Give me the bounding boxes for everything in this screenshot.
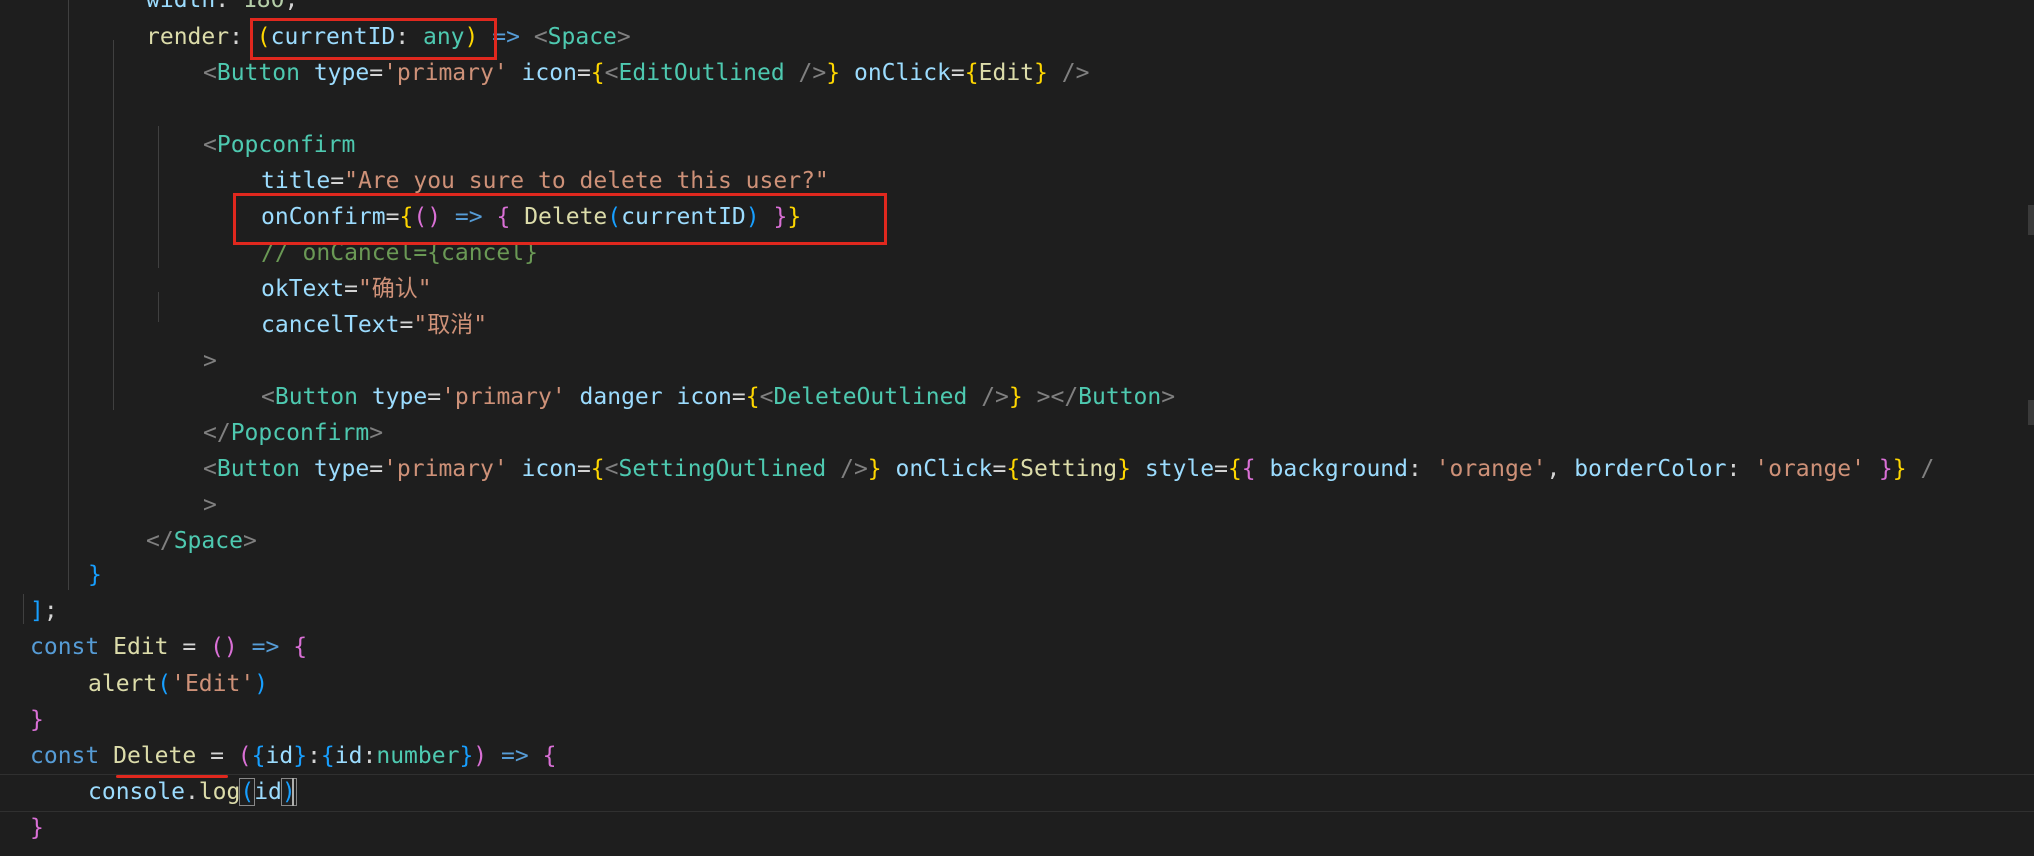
id-type-key: id bbox=[334, 743, 363, 769]
button-tag: Button bbox=[216, 456, 300, 482]
code-line: console.log(id) bbox=[88, 778, 297, 806]
orange-string: 'orange' bbox=[1435, 456, 1547, 482]
title-value: "Are you sure to delete this user?" bbox=[344, 168, 829, 194]
onclick-attr: onClick bbox=[895, 456, 993, 482]
indent-guide bbox=[23, 594, 24, 624]
code-line: <Button type='primary' danger icon={<Del… bbox=[261, 384, 1176, 410]
indent-guide bbox=[158, 126, 159, 268]
primary-string: 'primary' bbox=[383, 456, 508, 482]
orange-string: 'orange' bbox=[1754, 456, 1865, 482]
edit-fn-ref: Edit bbox=[978, 60, 1035, 86]
scrollbar-indicator[interactable] bbox=[2028, 205, 2034, 235]
primary-string: 'primary' bbox=[383, 60, 508, 86]
space-tag: Space bbox=[547, 24, 617, 50]
title-attr: title bbox=[261, 168, 331, 194]
space-close-tag: Space bbox=[173, 528, 243, 554]
code-line: } bbox=[30, 815, 44, 841]
primary-string: 'primary' bbox=[441, 384, 566, 410]
number-type: number bbox=[376, 743, 460, 769]
code-line: okText="确认" bbox=[261, 276, 432, 302]
code-line: <Button type='primary' icon={<EditOutlin… bbox=[203, 60, 1090, 86]
console-object: console bbox=[88, 779, 185, 805]
edit-string: 'Edit' bbox=[171, 671, 255, 697]
danger-attr: danger bbox=[579, 384, 663, 410]
id-arg: id bbox=[254, 779, 282, 805]
code-line: </Space> bbox=[146, 528, 257, 554]
edit-icon-component: EditOutlined bbox=[618, 60, 785, 86]
indent-guide bbox=[68, 0, 69, 590]
bordercolor-key: borderColor bbox=[1574, 456, 1727, 482]
canceltext-attr: cancelText bbox=[261, 312, 400, 338]
delete-icon-component: DeleteOutlined bbox=[773, 384, 968, 410]
button-tag-close: Button bbox=[1078, 384, 1162, 410]
code-line: width: 180, bbox=[146, 0, 298, 18]
alert-call: alert bbox=[88, 671, 158, 697]
indent-guide bbox=[158, 292, 159, 322]
current-line-highlight bbox=[0, 774, 2034, 812]
width-key: width bbox=[146, 0, 216, 13]
code-line: <Popconfirm bbox=[203, 132, 356, 158]
code-editor[interactable]: width: 180, render: (currentID: any) => … bbox=[0, 0, 2034, 856]
button-tag: Button bbox=[274, 384, 358, 410]
type-attr: type bbox=[313, 456, 370, 482]
onclick-attr: onClick bbox=[853, 60, 951, 86]
code-line: alert('Edit') bbox=[88, 671, 269, 697]
style-attr: style bbox=[1144, 456, 1215, 482]
code-line: cancelText="取消" bbox=[261, 312, 488, 338]
edit-const-name: Edit bbox=[113, 634, 169, 660]
popconfirm-close-tag: Popconfirm bbox=[230, 420, 370, 446]
code-line: const Delete = ({id}:{id:number}) => { bbox=[30, 743, 557, 769]
oktext-attr: okText bbox=[261, 276, 345, 302]
const-keyword: const bbox=[30, 743, 100, 769]
code-line: const Edit = () => { bbox=[30, 634, 308, 660]
code-line: <Button type='primary' icon={<SettingOut… bbox=[203, 456, 1935, 482]
id-param: id bbox=[265, 743, 294, 769]
delete-const-name: Delete bbox=[113, 743, 197, 769]
icon-attr: icon bbox=[521, 456, 577, 482]
width-value: 180 bbox=[242, 0, 285, 13]
annotation-box-onconfirm bbox=[233, 193, 887, 245]
indent-guide bbox=[113, 40, 114, 410]
code-line: </Popconfirm> bbox=[203, 420, 384, 446]
button-tag: Button bbox=[216, 60, 300, 86]
const-keyword: const bbox=[30, 634, 100, 660]
icon-attr: icon bbox=[676, 384, 732, 410]
type-attr: type bbox=[371, 384, 428, 410]
code-line: > bbox=[203, 492, 217, 518]
popconfirm-tag: Popconfirm bbox=[216, 132, 356, 158]
code-line: } bbox=[30, 707, 44, 733]
annotation-box-render-param bbox=[250, 18, 497, 60]
scrollbar-indicator[interactable] bbox=[2028, 400, 2034, 425]
icon-attr: icon bbox=[521, 60, 577, 86]
setting-fn-ref: Setting bbox=[1020, 456, 1118, 482]
annotation-underline-delete bbox=[116, 775, 228, 778]
text-cursor bbox=[292, 778, 294, 806]
type-attr: type bbox=[313, 60, 370, 86]
log-call: log bbox=[198, 779, 241, 805]
code-line: } bbox=[88, 562, 102, 588]
render-key: render bbox=[146, 24, 230, 50]
background-key: background bbox=[1269, 456, 1408, 482]
oktext-value: "确认" bbox=[357, 276, 432, 302]
setting-icon-component: SettingOutlined bbox=[618, 456, 827, 482]
code-line: > bbox=[203, 348, 217, 374]
code-line: ]; bbox=[30, 598, 58, 624]
canceltext-value: "取消" bbox=[413, 312, 488, 338]
